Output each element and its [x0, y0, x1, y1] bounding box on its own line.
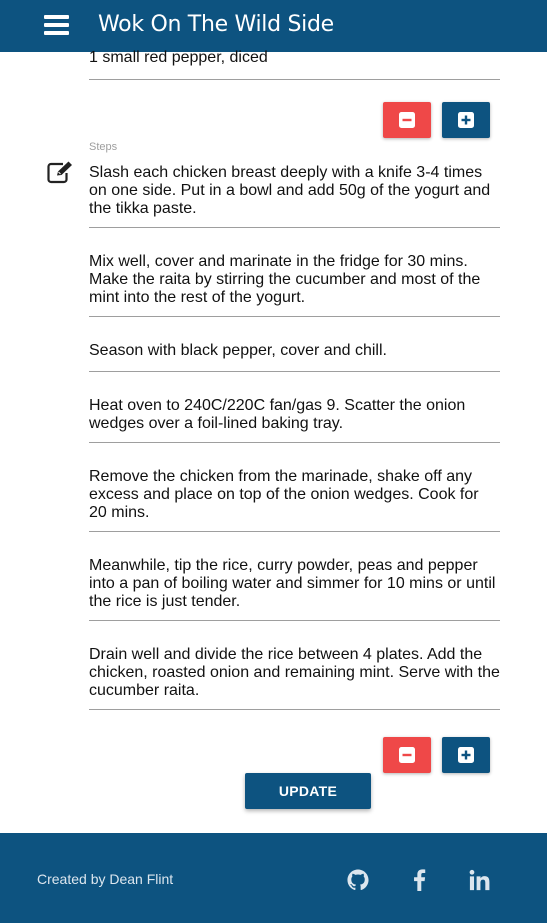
step-input-1[interactable]: Slash each chicken breast deeply with a …	[89, 164, 500, 228]
plus-box-icon	[458, 112, 474, 128]
step-input-6[interactable]: Meanwhile, tip the rice, curry powder, p…	[89, 557, 500, 621]
steps-label: Steps	[89, 141, 118, 153]
facebook-icon[interactable]	[411, 869, 427, 891]
top-navbar: Wok On The Wild Side	[0, 0, 547, 52]
step-input-7[interactable]: Drain well and divide the rice between 4…	[89, 646, 500, 710]
step-input-4[interactable]: Heat oven to 240C/220C fan/gas 9. Scatte…	[89, 397, 500, 443]
update-button[interactable]: UPDATE	[245, 773, 371, 809]
step-text: Drain well and divide the rice between 4…	[89, 646, 500, 699]
app-title[interactable]: Wok On The Wild Side	[98, 11, 334, 39]
add-ingredient-button[interactable]	[442, 102, 490, 138]
step-text: Remove the chicken from the marinade, sh…	[89, 468, 479, 521]
step-input-5[interactable]: Remove the chicken from the marinade, sh…	[89, 468, 500, 532]
step-text: Season with black pepper, cover and chil…	[89, 342, 387, 359]
github-icon[interactable]	[347, 869, 369, 891]
ingredient-text: 1 small red pepper, diced	[89, 49, 268, 66]
edit-icon	[47, 161, 72, 184]
step-input-2[interactable]: Mix well, cover and marinate in the frid…	[89, 253, 500, 317]
footer-credit: Created by Dean Flint	[37, 871, 174, 887]
hamburger-menu-icon[interactable]	[44, 15, 69, 35]
step-text: Heat oven to 240C/220C fan/gas 9. Scatte…	[89, 397, 466, 432]
ingredient-input[interactable]: 1 small red pepper, diced	[89, 49, 500, 80]
footer: Created by Dean Flint	[0, 833, 547, 923]
minus-box-icon	[399, 112, 415, 128]
remove-step-button[interactable]	[383, 737, 431, 773]
step-input-3[interactable]: Season with black pepper, cover and chil…	[89, 342, 500, 372]
plus-box-icon	[458, 747, 474, 763]
minus-box-icon	[399, 747, 415, 763]
step-text: Slash each chicken breast deeply with a …	[89, 164, 491, 217]
linkedin-icon[interactable]	[469, 869, 491, 891]
remove-ingredient-button[interactable]	[383, 102, 431, 138]
step-text: Meanwhile, tip the rice, curry powder, p…	[89, 557, 496, 610]
add-step-button[interactable]	[442, 737, 490, 773]
step-text: Mix well, cover and marinate in the frid…	[89, 253, 481, 306]
